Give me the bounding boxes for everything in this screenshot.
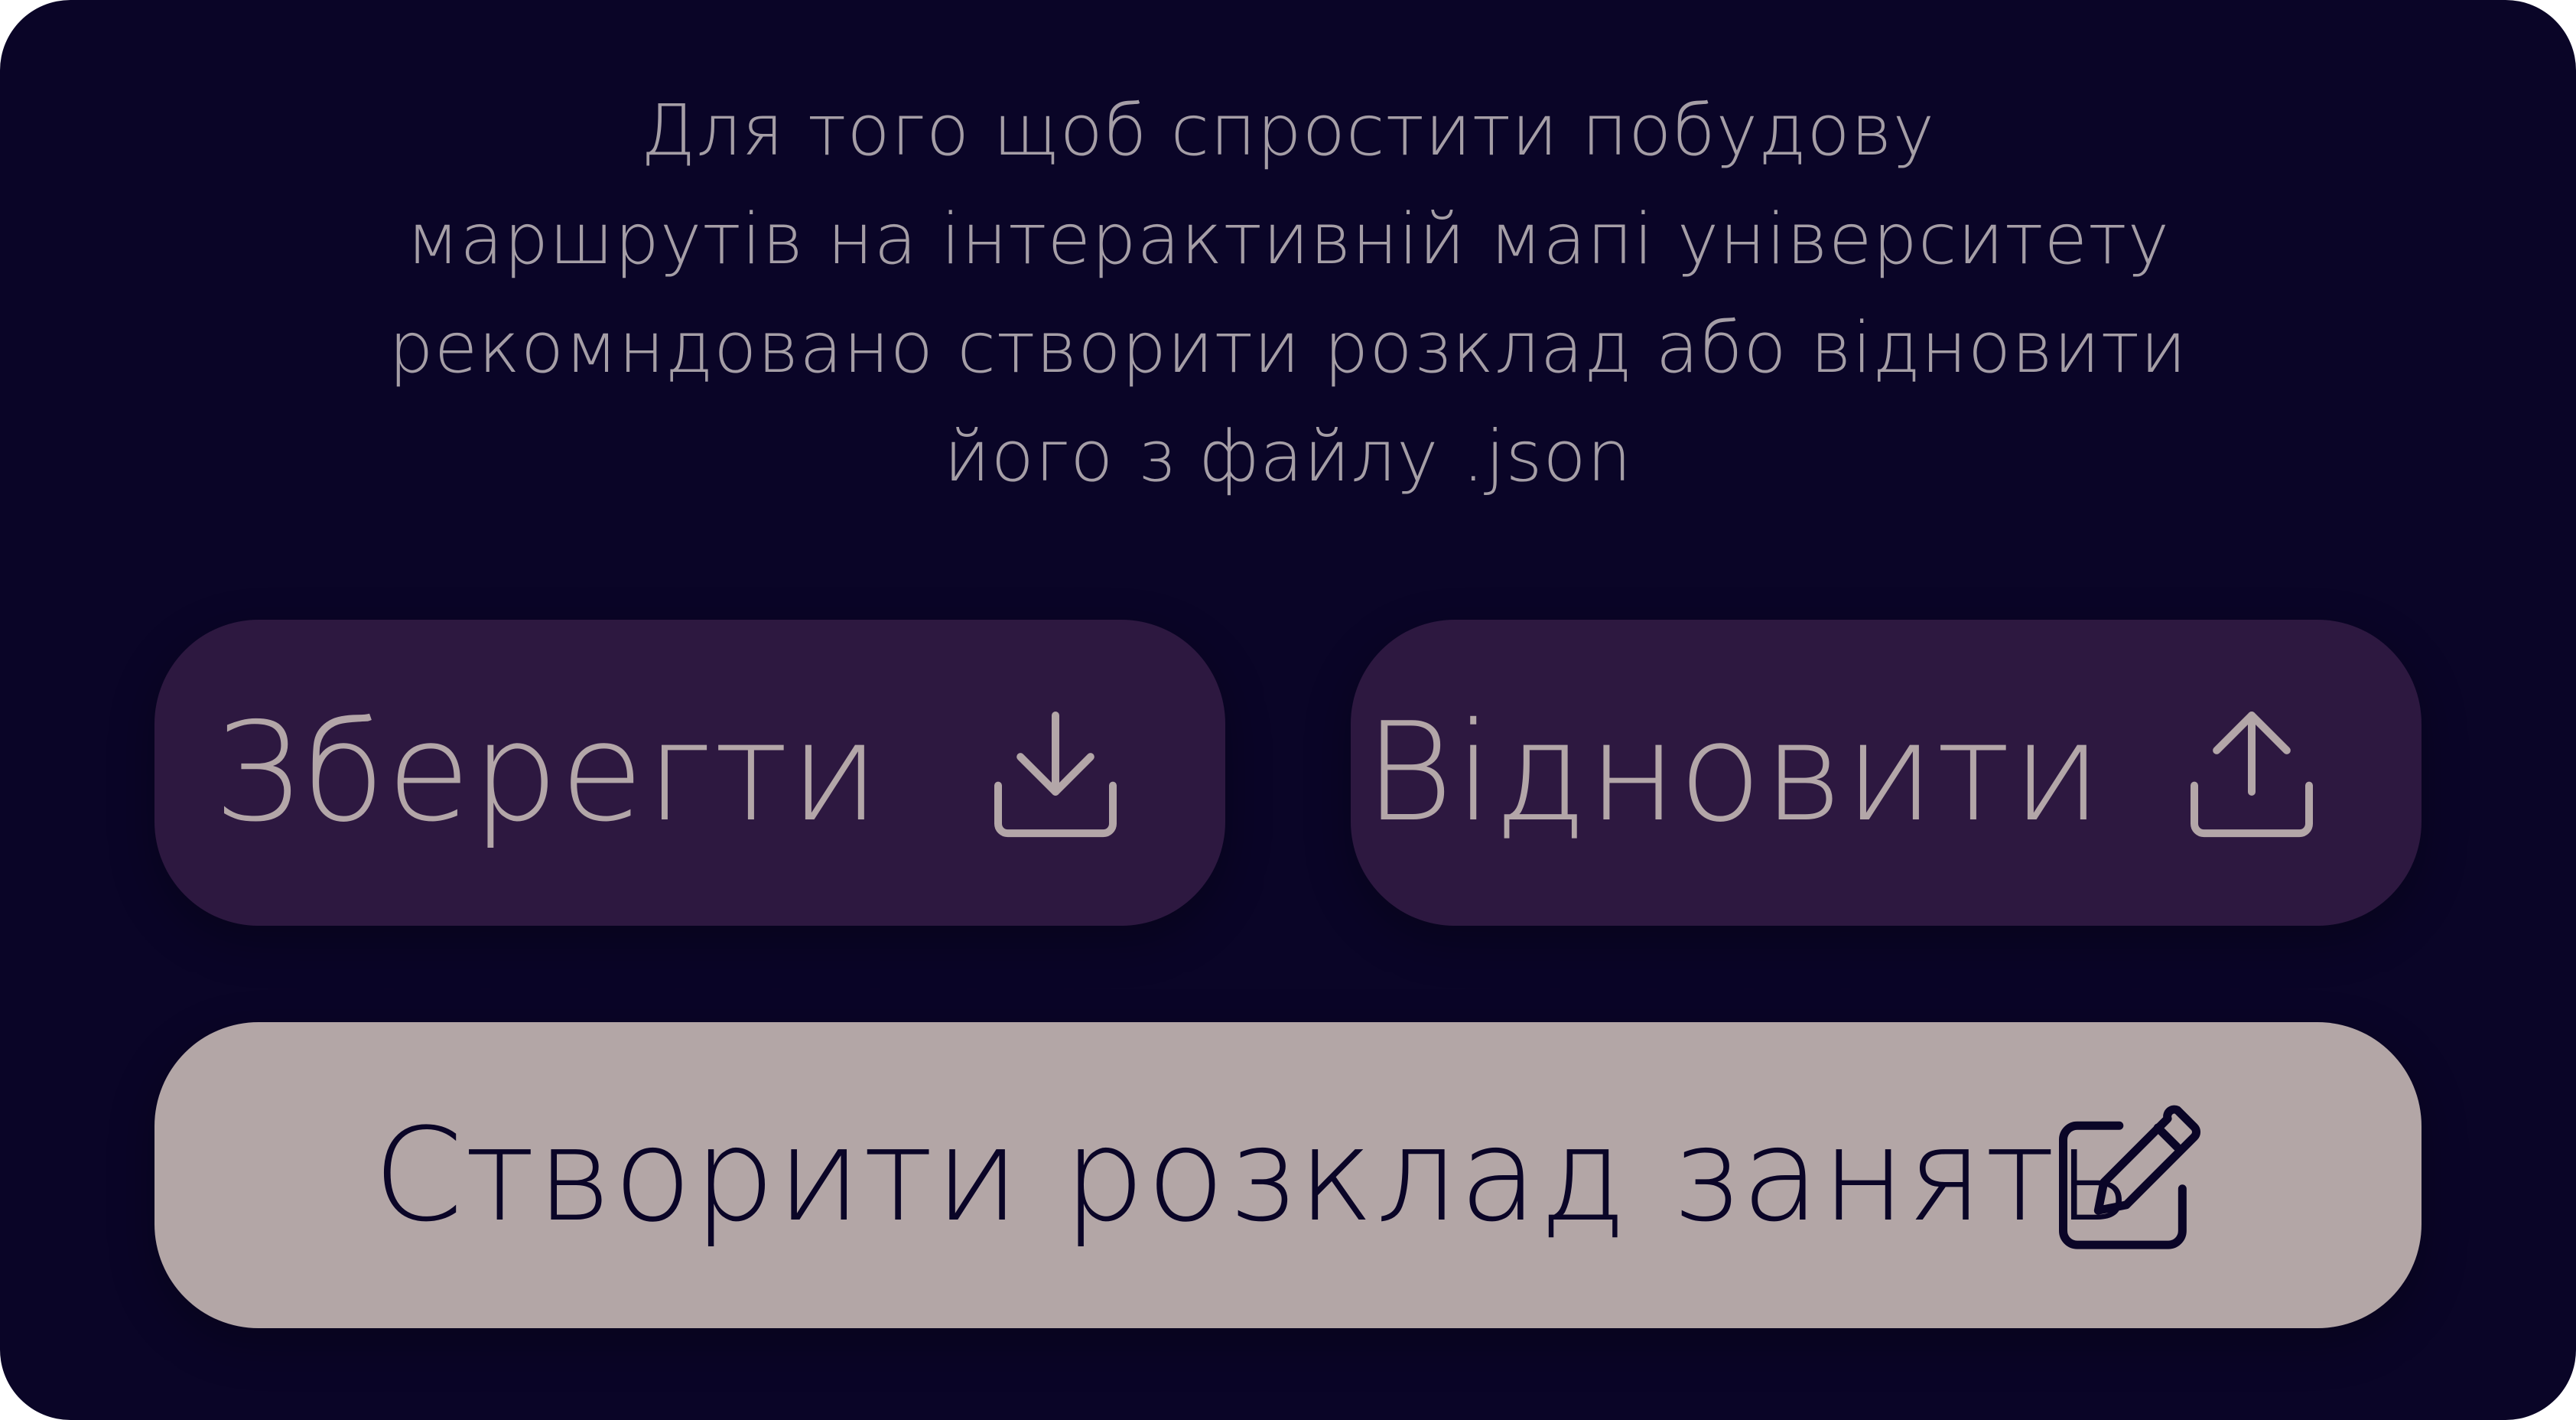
create-schedule-button-label: Створити розклад занять [373,1100,2135,1250]
save-button-label: Зберегти [213,693,881,852]
download-icon [994,712,1117,838]
help-text-line: рекомндовано створити розклад або віднов… [389,307,2187,389]
help-text-line: його з файлу .json [944,415,1632,497]
schedule-help-text: Для того щоб спростити побудову маршруті… [321,77,2255,511]
edit-icon [2059,1105,2200,1249]
schedule-dialog: Для того щоб спростити побудову маршруті… [0,0,2576,1420]
create-schedule-button[interactable]: Створити розклад занять [154,1022,2422,1328]
restore-button[interactable]: Відновити [1351,620,2422,926]
upload-icon [2191,712,2313,838]
save-button[interactable]: Зберегти [154,620,1225,926]
help-text-line: маршрутів на інтерактивній мапі універси… [405,198,2171,280]
help-text-line: Для того щоб спростити побудову [640,90,1936,171]
restore-button-label: Відновити [1364,693,2103,852]
